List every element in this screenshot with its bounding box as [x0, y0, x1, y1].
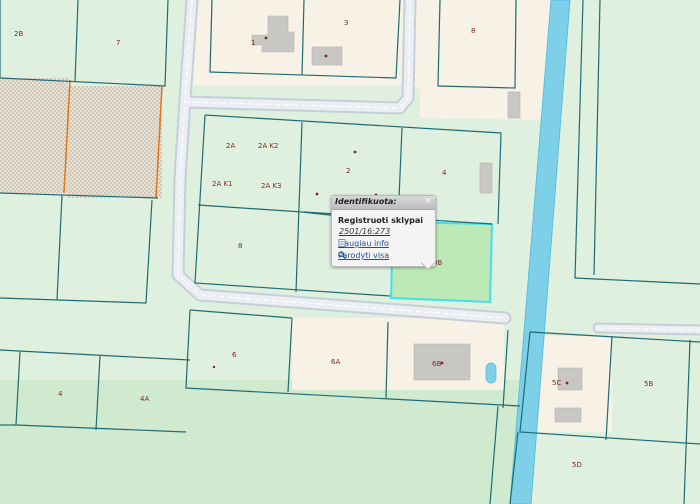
parcel-label-6a: 6A: [331, 358, 340, 366]
popup-header: Identifikuota: ×: [332, 196, 435, 210]
parcel-label-5b: 5B: [644, 380, 653, 388]
parcel-label-5d: 5D: [572, 461, 582, 469]
document-icon: [338, 239, 346, 247]
parcel-label-5c: 5C: [552, 379, 561, 387]
parcel-label-1: 1: [251, 39, 255, 47]
parcel-label-2a-k2: 2A K2: [258, 142, 279, 150]
dotted-field-right: [68, 86, 162, 198]
lighter-zone: [0, 380, 520, 504]
magnifier-icon: [338, 251, 346, 259]
parcel-label-3: 3: [344, 19, 348, 27]
parcel-label-6b: 6B: [432, 360, 441, 368]
parcel-label-2a-k3: 2A K3: [261, 182, 282, 190]
parcel-label-2: 2: [346, 167, 350, 175]
built-area-6a: [292, 318, 504, 390]
dotted-field-left: [0, 78, 68, 193]
more-info-link[interactable]: Daugiau info: [338, 239, 389, 248]
parcel-label-7: 7: [116, 39, 120, 47]
parcel-label-4-top: 4: [442, 169, 447, 177]
parcel-label-2a-k1: 2A K1: [212, 180, 233, 188]
parcel-label-8-top: 8: [471, 27, 475, 35]
parcel-label-4a: 4A: [140, 395, 149, 403]
parcel-label-6: 6: [232, 351, 237, 359]
show-all-link[interactable]: Parodyti visa: [338, 251, 389, 260]
popup-header-title: Identifikuota:: [335, 197, 397, 206]
parcel-label-2b: 2B: [14, 30, 23, 38]
popup-layer-title: Registruoti sklypai: [338, 216, 424, 225]
parcel-label-8: 8: [238, 242, 242, 250]
identify-popup: Identifikuota: × Registruoti sklypai 250…: [331, 195, 436, 271]
parcel-label-2a: 2A: [226, 142, 235, 150]
popup-parcel-id: 2501/16:273: [339, 227, 391, 236]
pond: [485, 362, 497, 384]
close-icon[interactable]: ×: [424, 196, 432, 206]
map-view[interactable]: 2B 7 1 3 8 2A 2A K2 2A K1 2A K3 2 4 8 8B…: [0, 0, 700, 504]
parcel-label-4: 4: [58, 390, 63, 398]
